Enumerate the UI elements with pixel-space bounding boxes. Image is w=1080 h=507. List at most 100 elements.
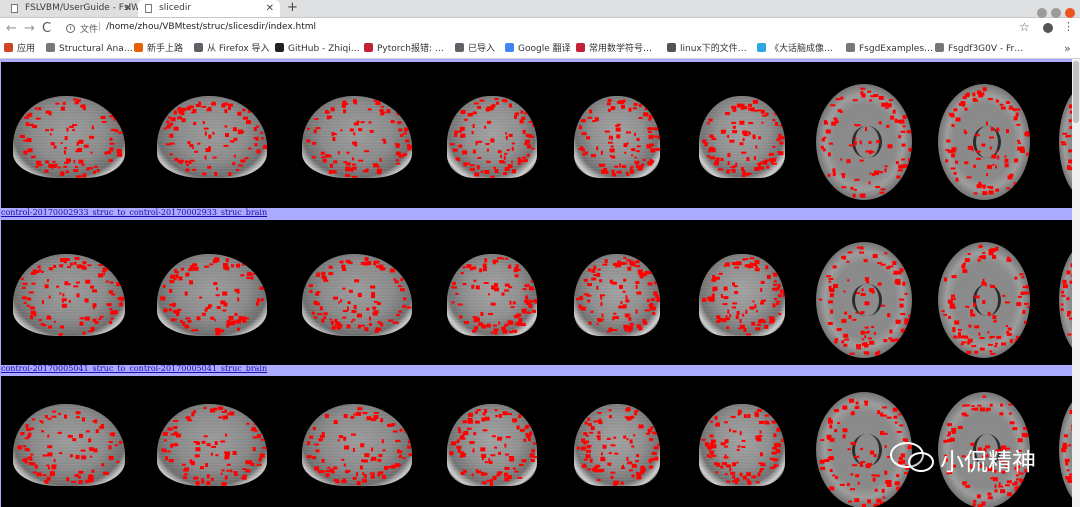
sagittal-slice-image[interactable] — [302, 96, 412, 178]
scrollbar[interactable] — [1072, 59, 1080, 507]
bookmark-item[interactable]: 应用 — [4, 40, 35, 58]
bookmark-item[interactable]: Google 翻译 — [505, 40, 571, 58]
reload-icon[interactable]: C — [42, 20, 51, 38]
sagittal-slice-image[interactable] — [13, 254, 125, 336]
minimize-icon[interactable] — [1037, 8, 1047, 18]
overlay-outline — [1061, 408, 1072, 483]
bookmark-item[interactable]: 《大话脑成像… — [757, 40, 833, 58]
back-icon[interactable]: ← — [6, 20, 17, 38]
overlay-outline — [449, 409, 537, 486]
menu-icon[interactable]: ⋮ — [1063, 20, 1074, 33]
tab-slicedir[interactable]: slicedir ✕ — [138, 0, 280, 17]
bookmark-label: Structural Ana… — [59, 44, 133, 54]
csdn-icon — [364, 43, 373, 52]
close-icon[interactable]: ✕ — [124, 0, 132, 17]
account-icon[interactable] — [1043, 23, 1053, 33]
sagittal-slice-image[interactable] — [302, 404, 412, 486]
overlay-outline — [449, 98, 537, 178]
new-tab-icon[interactable]: + — [287, 0, 298, 16]
close-icon[interactable]: ✕ — [266, 0, 274, 17]
bookmark-label: GitHub - Zhiqi… — [288, 44, 360, 54]
page-icon — [667, 43, 676, 52]
coronal-slice-image[interactable] — [699, 404, 785, 486]
sagittal-slice-image[interactable] — [157, 404, 267, 486]
overlay-outline — [20, 257, 125, 336]
bookmark-label: 从 Firefox 导入 — [207, 44, 270, 54]
bookmark-label: 常用数学符号… — [589, 44, 653, 54]
coronal-slice-image[interactable] — [699, 96, 785, 178]
bookmark-item[interactable]: 已导入 — [455, 40, 495, 58]
coronal-slice-image[interactable] — [574, 404, 660, 486]
address-bar[interactable]: /home/zhou/VBMtest/struc/slicesdir/index… — [106, 22, 316, 32]
bookmark-item[interactable]: 新手上路 — [134, 40, 183, 58]
tab-fslvbm[interactable]: FSLVBM/UserGuide - FslW ✕ — [4, 0, 138, 17]
overlay-outline — [451, 257, 537, 335]
overlay-outline — [161, 406, 267, 486]
overlay-outline — [941, 244, 1030, 355]
bookmark-label: linux下的文件… — [680, 44, 747, 54]
axial-slice-image[interactable] — [938, 242, 1030, 358]
axial-slice-image[interactable] — [1059, 84, 1072, 200]
overlay-outline — [308, 257, 412, 333]
bookmark-star-icon[interactable]: ☆ — [1019, 20, 1030, 34]
github-icon — [275, 43, 284, 52]
bookmark-item[interactable]: linux下的文件… — [667, 40, 747, 58]
page-icon — [935, 43, 944, 52]
slice-row[interactable] — [1, 220, 1072, 365]
slicesdir-page: control-20170002933_struc_to_control-201… — [0, 59, 1072, 507]
overlay-outline — [306, 407, 412, 486]
bookmark-label: Google 翻译 — [518, 44, 571, 54]
bookmark-item[interactable]: 常用数学符号… — [576, 40, 652, 58]
overlay-outline — [576, 407, 660, 486]
sagittal-slice-image[interactable] — [13, 404, 125, 486]
coronal-slice-image[interactable] — [574, 96, 660, 178]
forward-icon[interactable]: → — [24, 20, 35, 38]
url-separator: | — [98, 22, 102, 32]
image-link[interactable]: control-20170002933_struc_to_control-201… — [1, 208, 267, 218]
sagittal-slice-image[interactable] — [302, 254, 412, 336]
bookmarks-bar: » 应用 Structural Ana… 新手上路 从 Firefox 导入 GitHu… — [0, 40, 1080, 59]
bookmark-item[interactable]: 从 Firefox 导入 — [194, 40, 270, 58]
bookmarks-overflow-icon[interactable]: » — [1064, 42, 1071, 55]
axial-slice-image[interactable] — [938, 84, 1030, 200]
coronal-slice-image[interactable] — [447, 404, 537, 486]
window-close-icon[interactable] — [1065, 8, 1075, 18]
wechat-icon-bubble — [908, 452, 934, 472]
cloud-icon — [757, 43, 766, 52]
info-icon[interactable]: i — [66, 24, 75, 33]
coronal-slice-image[interactable] — [699, 254, 785, 336]
bookmark-label: FsgdExamples… — [859, 44, 934, 54]
maximize-icon[interactable] — [1051, 8, 1061, 18]
bookmark-item[interactable]: Structural Ana… — [46, 40, 133, 58]
google-translate-icon — [505, 43, 514, 52]
overlay-outline — [1060, 104, 1072, 171]
bookmark-item[interactable]: FsgdExamples… — [846, 40, 933, 58]
overlay-outline — [578, 98, 660, 177]
bookmark-item[interactable]: GitHub - Zhiqi… — [275, 40, 360, 58]
slice-row[interactable] — [1, 62, 1072, 208]
url-scheme: 文件 — [80, 25, 99, 35]
overlay-outline — [820, 87, 912, 198]
apps-grid-icon — [4, 43, 13, 52]
coronal-slice-image[interactable] — [574, 254, 660, 336]
axial-slice-image[interactable] — [1059, 242, 1072, 358]
browser-toolbar: ← → C i 文件 | /home/zhou/VBMtest/struc/sl… — [0, 18, 1080, 40]
sagittal-slice-image[interactable] — [157, 96, 267, 178]
image-link[interactable]: control-20170005041_struc_to_control-201… — [1, 364, 267, 374]
overlay-outline — [576, 256, 660, 333]
page-icon — [145, 4, 152, 13]
bookmark-item[interactable]: Fsgdf3G0V - Fr… — [935, 40, 1023, 58]
csdn-icon — [576, 43, 585, 52]
overlay-outline — [945, 87, 1030, 196]
axial-slice-image[interactable] — [816, 84, 912, 200]
axial-slice-image[interactable] — [1059, 392, 1072, 507]
sagittal-slice-image[interactable] — [13, 96, 125, 178]
scrollbar-thumb[interactable] — [1073, 61, 1079, 123]
coronal-slice-image[interactable] — [447, 254, 537, 336]
bookmark-item[interactable]: Pytorch报错: … — [364, 40, 444, 58]
coronal-slice-image[interactable] — [447, 96, 537, 178]
axial-slice-image[interactable] — [816, 242, 912, 358]
overlay-outline — [19, 98, 124, 178]
firefox-icon — [134, 43, 143, 52]
sagittal-slice-image[interactable] — [157, 254, 267, 336]
